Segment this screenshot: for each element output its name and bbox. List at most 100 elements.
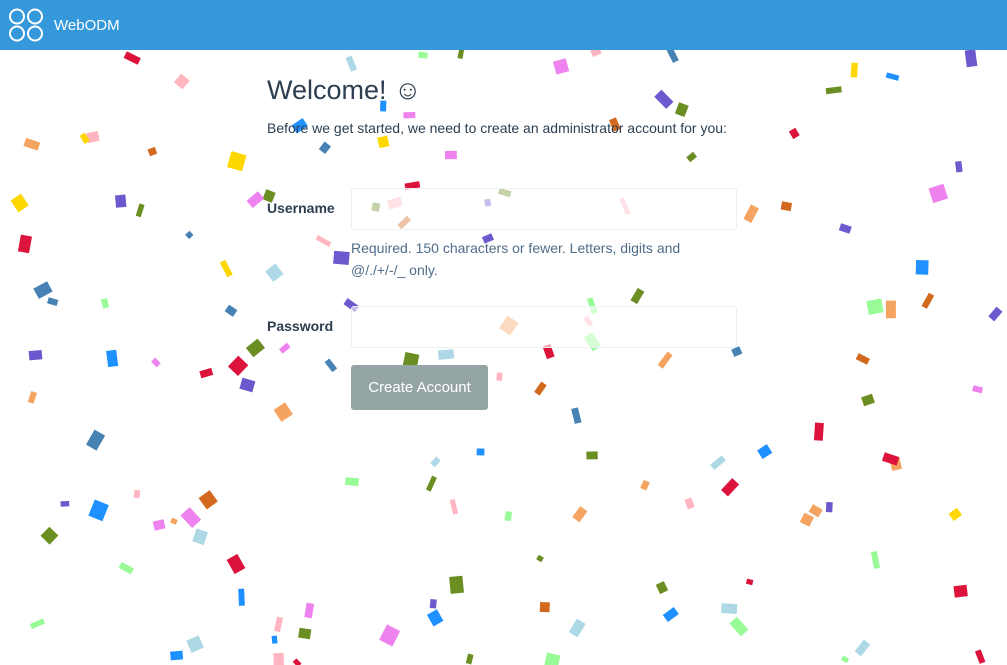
confetti-piece [224, 304, 238, 317]
confetti-piece [86, 130, 100, 144]
confetti-piece [379, 624, 401, 647]
confetti-piece [199, 367, 214, 379]
confetti-piece [318, 141, 332, 155]
confetti-piece [227, 151, 247, 172]
confetti-piece [568, 618, 586, 638]
confetti-piece [152, 519, 166, 531]
confetti-piece [572, 506, 588, 523]
confetti-piece [114, 194, 127, 208]
confetti-piece [170, 517, 178, 525]
confetti-piece [239, 377, 256, 393]
confetti-piece [825, 501, 833, 513]
confetti-piece [780, 201, 793, 212]
confetti-piece [881, 452, 900, 466]
confetti-piece [246, 191, 265, 209]
confetti-piece [571, 407, 582, 424]
confetti-piece [885, 300, 896, 319]
confetti-piece [133, 489, 141, 499]
confetti-piece [953, 584, 968, 598]
confetti-piece [226, 553, 246, 575]
confetti-piece [271, 635, 278, 644]
confetti-piece [292, 658, 302, 665]
confetti-piece [106, 349, 119, 368]
confetti-piece [674, 102, 689, 118]
confetti-piece [799, 512, 814, 527]
confetti-piece [118, 561, 134, 575]
confetti-piece [245, 338, 266, 358]
confetti-piece [426, 609, 444, 627]
username-label: Username [267, 200, 335, 216]
confetti-piece [449, 499, 459, 515]
webodm-logo-icon[interactable] [8, 8, 44, 42]
confetti-piece [885, 72, 900, 81]
confetti-piece [964, 49, 978, 68]
app-name[interactable]: WebODM [54, 17, 120, 34]
confetti-piece [729, 616, 749, 637]
confetti-piece [10, 193, 29, 213]
confetti-piece [921, 292, 935, 309]
confetti-piece [186, 635, 204, 653]
confetti-piece [47, 297, 59, 307]
confetti-piece [100, 298, 110, 309]
confetti-piece [552, 58, 570, 75]
confetti-piece [88, 499, 109, 522]
confetti-piece [640, 479, 650, 491]
intro-text: Before we get started, we need to create… [267, 120, 727, 136]
username-help-text: Required. 150 characters or fewer. Lette… [351, 240, 681, 278]
confetti-piece [344, 477, 360, 487]
confetti-piece [825, 86, 842, 95]
confetti-piece [721, 478, 740, 497]
confetti-piece [654, 89, 674, 109]
confetti-piece [274, 616, 284, 633]
confetti-piece [813, 422, 824, 441]
confetti-piece [988, 306, 1003, 322]
confetti-piece [710, 455, 726, 470]
confetti-piece [315, 235, 332, 247]
confetti-piece [870, 550, 881, 569]
confetti-piece [948, 507, 963, 521]
confetti-piece [974, 649, 986, 664]
confetti-piece [23, 137, 41, 151]
confetti-piece [840, 655, 850, 664]
password-input[interactable] [351, 306, 737, 348]
confetti-piece [151, 357, 161, 368]
confetti-piece [278, 342, 291, 354]
confetti-piece [324, 358, 338, 373]
confetti-piece [86, 429, 106, 451]
confetti-piece [79, 132, 90, 144]
confetti-piece [955, 160, 963, 173]
confetti-piece [198, 490, 218, 510]
confetti-piece [686, 151, 698, 163]
confetti-piece [889, 457, 902, 471]
confetti-piece [757, 444, 773, 460]
confetti-piece [430, 456, 441, 468]
confetti-piece [855, 353, 870, 365]
confetti-piece [28, 350, 43, 361]
confetti-piece [425, 475, 437, 492]
confetti-piece [27, 391, 38, 404]
confetti-piece [345, 55, 358, 72]
confetti-piece [684, 497, 695, 510]
confetti-piece [465, 653, 474, 665]
confetti-piece [238, 588, 245, 606]
confetti-piece [449, 575, 464, 594]
confetti-piece [437, 349, 455, 360]
confetti-piece [630, 287, 645, 305]
confetti-piece [928, 183, 949, 204]
confetti-piece [808, 504, 823, 518]
confetti-piece [655, 581, 669, 595]
confetti-piece [123, 51, 141, 65]
confetti-piece [40, 526, 59, 545]
confetti-piece [173, 73, 190, 90]
confetti-piece [60, 500, 70, 507]
confetti-piece [265, 263, 284, 282]
create-account-button[interactable]: Create Account [351, 365, 488, 410]
confetti-piece [838, 223, 852, 234]
confetti-piece [543, 652, 561, 665]
confetti-piece [418, 51, 428, 59]
confetti-piece [496, 372, 503, 381]
confetti-piece [504, 511, 513, 522]
top-navbar: WebODM [0, 0, 1007, 50]
confetti-piece [745, 578, 754, 586]
username-input[interactable] [351, 188, 737, 230]
